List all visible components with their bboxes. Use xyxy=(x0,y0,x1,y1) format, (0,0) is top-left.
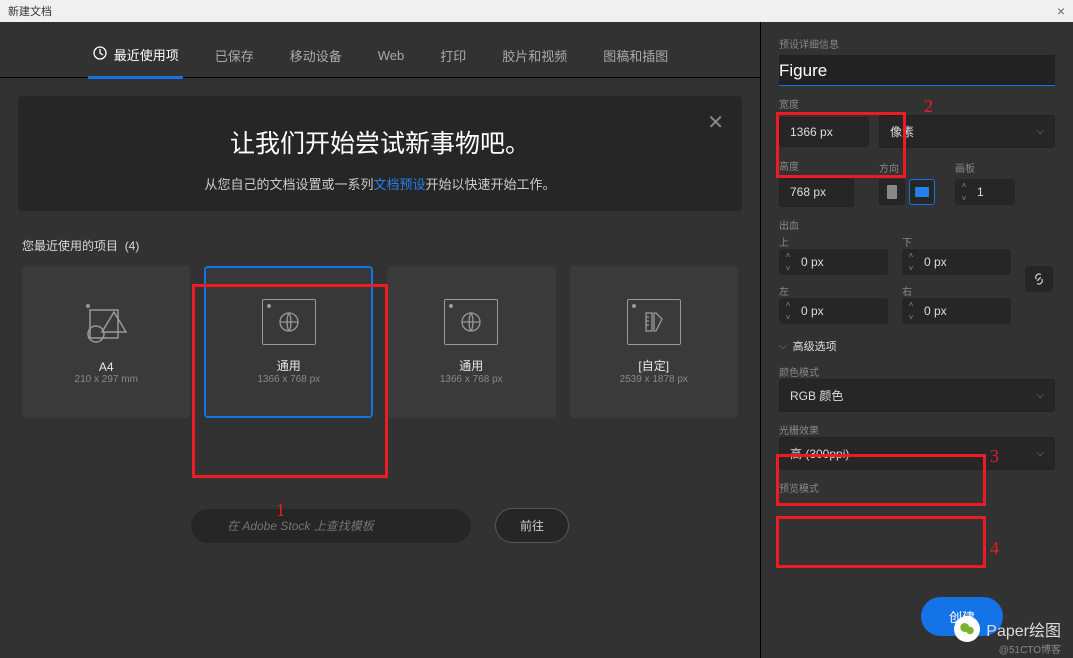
artboard-input[interactable] xyxy=(973,179,1015,205)
chevron-down-icon: ⌵ xyxy=(1036,126,1044,137)
titlebar-close-icon[interactable]: × xyxy=(1057,3,1065,19)
recent-header: 您最近使用的项目 (4) xyxy=(22,237,760,254)
preset-dim: 1366 x 768 px xyxy=(257,374,320,385)
preset-dim: 2539 x 1878 px xyxy=(620,374,688,385)
tab-label: 移动设备 xyxy=(290,46,342,65)
advanced-toggle[interactable]: ⌵ 高级选项 xyxy=(779,338,1055,354)
preset-generic-2[interactable]: 通用 1366 x 768 px xyxy=(387,266,555,418)
preset-label: A4 xyxy=(75,360,138,374)
bleed-right-label: 右 xyxy=(902,283,1011,298)
preset-list: A4 210 x 297 mm 通用 1366 x 768 px 通用 xyxy=(0,266,760,418)
raster-dropdown[interactable]: 高 (300ppi)⌵ xyxy=(779,437,1055,470)
preset-dim: 1366 x 768 px xyxy=(440,374,503,385)
tab-mobile[interactable]: 移动设备 xyxy=(286,34,346,77)
orient-portrait-button[interactable] xyxy=(879,179,905,205)
tab-label: 已保存 xyxy=(215,46,254,65)
tab-label: 胶片和视频 xyxy=(502,46,567,65)
chevron-down-icon: ⌵ xyxy=(1036,390,1044,401)
tab-art[interactable]: 图稿和插图 xyxy=(599,34,672,77)
globe-icon xyxy=(262,299,316,345)
height-label: 高度 xyxy=(779,158,859,173)
doc-name-input[interactable] xyxy=(779,55,1055,86)
portrait-icon xyxy=(887,185,897,199)
document-tabs: 最近使用项 已保存 移动设备 Web 打印 胶片和视频 图稿和插图 xyxy=(0,34,760,78)
width-label: 宽度 xyxy=(779,96,1055,111)
orient-label: 方向 xyxy=(879,160,935,175)
color-mode-label: 颜色模式 xyxy=(779,364,1055,379)
bleed-left-input[interactable] xyxy=(797,298,839,324)
tab-recent[interactable]: 最近使用项 xyxy=(88,33,183,79)
bleed-right-input[interactable] xyxy=(920,298,962,324)
annotation-number-3: 3 xyxy=(990,446,999,467)
globe-icon xyxy=(444,299,498,345)
tab-saved[interactable]: 已保存 xyxy=(211,34,258,77)
stepper-down-icon[interactable]: ˅ xyxy=(779,262,797,275)
chevron-down-icon: ⌵ xyxy=(1036,448,1044,459)
intro-panel: ✕ 让我们开始尝试新事物吧。 从您自己的文档设置或一系列文档预设开始以快速开始工… xyxy=(18,96,742,211)
stepper-down-icon[interactable]: ˅ xyxy=(902,262,920,275)
annotation-number-2: 2 xyxy=(924,96,933,117)
intro-link[interactable]: 文档预设 xyxy=(373,177,425,192)
preset-label: [自定] xyxy=(620,357,688,374)
title-bar: 新建文档 × xyxy=(0,0,1073,22)
raster-label: 光栅效果 xyxy=(779,422,1055,437)
tab-film[interactable]: 胶片和视频 xyxy=(498,34,571,77)
stepper-up-icon[interactable]: ˄ xyxy=(779,249,797,262)
bleed-bottom-input[interactable] xyxy=(920,249,962,275)
left-pane: 最近使用项 已保存 移动设备 Web 打印 胶片和视频 图稿和插图 ✕ 让我们开… xyxy=(0,22,760,658)
annotation-number-4: 4 xyxy=(990,538,999,559)
preset-label: 通用 xyxy=(440,357,503,374)
stepper-up-icon[interactable]: ˄ xyxy=(955,179,973,192)
color-mode-dropdown[interactable]: RGB 颜色⌵ xyxy=(779,379,1055,412)
width-input[interactable]: 1366 px xyxy=(779,117,869,147)
preset-generic-1[interactable]: 通用 1366 x 768 px xyxy=(204,266,373,418)
go-button[interactable]: 前往 xyxy=(495,508,569,543)
chevron-down-icon: ⌵ xyxy=(779,341,787,352)
preset-custom[interactable]: [自定] 2539 x 1878 px xyxy=(570,266,738,418)
dialog-title: 新建文档 xyxy=(8,3,52,19)
intro-close-icon[interactable]: ✕ xyxy=(707,110,724,135)
stepper-down-icon[interactable]: ˅ xyxy=(955,192,973,205)
bleed-top-input[interactable] xyxy=(797,249,839,275)
shapes-icon xyxy=(82,300,130,348)
search-input[interactable] xyxy=(191,509,471,543)
clock-icon xyxy=(92,45,108,64)
stepper-up-icon[interactable]: ˄ xyxy=(779,298,797,311)
preview-label: 预览模式 xyxy=(779,480,1055,495)
ruler-pencil-icon xyxy=(627,299,681,345)
search-row: 前往 xyxy=(0,508,760,543)
preset-a4[interactable]: A4 210 x 297 mm xyxy=(22,266,190,418)
stepper-down-icon[interactable]: ˅ xyxy=(779,311,797,324)
tab-web[interactable]: Web xyxy=(374,36,409,75)
intro-title: 让我们开始尝试新事物吧。 xyxy=(38,124,722,160)
bleed-bottom-label: 下 xyxy=(902,234,1011,249)
tab-label: 最近使用项 xyxy=(114,45,179,64)
wechat-icon xyxy=(954,616,980,642)
tab-label: Web xyxy=(378,48,405,63)
preset-label: 通用 xyxy=(257,357,320,374)
height-input[interactable]: 768 px xyxy=(779,177,854,207)
link-bleed-button[interactable] xyxy=(1025,266,1053,292)
bleed-left-label: 左 xyxy=(779,283,888,298)
preset-dim: 210 x 297 mm xyxy=(75,374,138,385)
bleed-top-label: 上 xyxy=(779,234,888,249)
tab-label: 打印 xyxy=(440,46,466,65)
intro-subtitle: 从您自己的文档设置或一系列文档预设开始以快速开始工作。 xyxy=(38,174,722,193)
annotation-number-1: 1 xyxy=(276,500,285,521)
details-pane: 预设详细信息 宽度 1366 px 像素⌵ 高度 768 px 方向 xyxy=(760,22,1073,658)
stepper-down-icon[interactable]: ˅ xyxy=(902,311,920,324)
orient-landscape-button[interactable] xyxy=(909,179,935,205)
watermark-sub: @51CTO博客 xyxy=(999,641,1061,656)
landscape-icon xyxy=(915,187,929,197)
unit-dropdown[interactable]: 像素⌵ xyxy=(879,115,1055,148)
bleed-label: 出血 xyxy=(779,217,1055,232)
watermark: Paper绘图 xyxy=(954,616,1061,642)
tab-label: 图稿和插图 xyxy=(603,46,668,65)
stepper-up-icon[interactable]: ˄ xyxy=(902,249,920,262)
details-header: 预设详细信息 xyxy=(779,36,1055,51)
tab-print[interactable]: 打印 xyxy=(436,34,470,77)
stepper-up-icon[interactable]: ˄ xyxy=(902,298,920,311)
link-icon xyxy=(1032,272,1046,286)
artboard-label: 画板 xyxy=(955,160,1015,175)
